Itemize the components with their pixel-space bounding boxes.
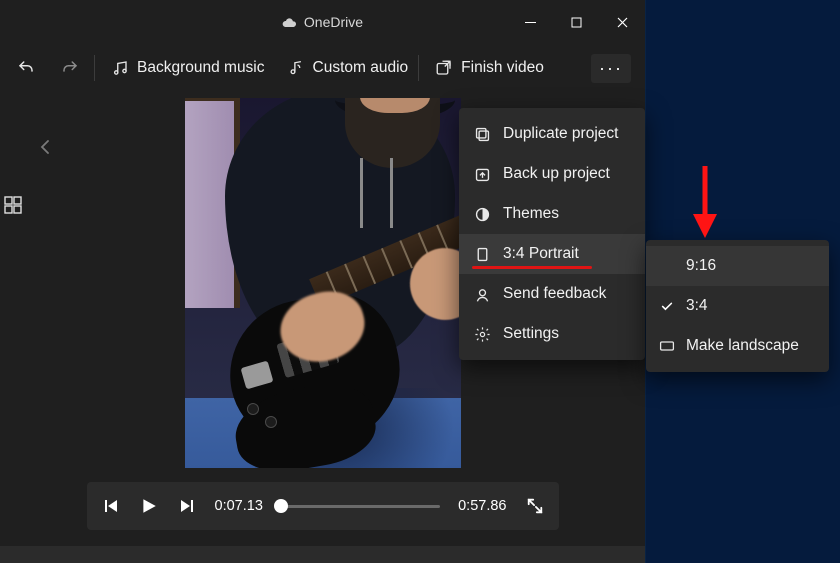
backup-icon — [473, 165, 491, 183]
total-time: 0:57.86 — [458, 498, 506, 514]
duplicate-icon — [473, 125, 491, 143]
minimize-button[interactable] — [507, 4, 553, 40]
aspect-option-label: 9:16 — [686, 257, 716, 275]
annotation-underline — [472, 266, 592, 269]
menu-item-duplicate-project[interactable]: Duplicate project — [459, 114, 645, 154]
onedrive-cloud-icon — [282, 16, 298, 28]
toolbar: Background music Custom audio Finish vid… — [0, 44, 645, 92]
menu-item-settings[interactable]: Settings — [459, 314, 645, 354]
export-icon — [435, 59, 453, 77]
more-options-button[interactable]: ··· — [591, 54, 631, 83]
menu-item-send-feedback[interactable]: Send feedback — [459, 274, 645, 314]
custom-audio-button[interactable]: Custom audio — [287, 59, 409, 77]
fullscreen-button[interactable] — [525, 496, 545, 516]
aspect-option-3-4[interactable]: 3:4 — [646, 286, 829, 326]
finish-video-label: Finish video — [461, 59, 544, 77]
ellipsis-icon: ··· — [599, 58, 623, 78]
previous-frame-button[interactable] — [101, 496, 121, 516]
current-time: 0:07.13 — [215, 498, 263, 514]
aspect-option-9-16[interactable]: 9:16 — [646, 246, 829, 286]
landscape-icon — [658, 339, 676, 353]
app-bottom-strip — [0, 546, 645, 563]
menu-item-label: 3:4 Portrait — [503, 245, 579, 263]
finish-video-button[interactable]: Finish video — [435, 59, 544, 77]
menu-item-label: Duplicate project — [503, 125, 618, 143]
menu-item-back-up-project[interactable]: Back up project — [459, 154, 645, 194]
toolbar-divider — [94, 55, 95, 81]
menu-item-label: Settings — [503, 325, 559, 343]
undo-button[interactable] — [12, 54, 40, 82]
video-preview[interactable] — [185, 98, 461, 468]
background-music-button[interactable]: Background music — [111, 59, 265, 77]
redo-button[interactable] — [56, 54, 84, 82]
aspect-ratio-submenu: 9:16 3:4 Make landscape — [646, 240, 829, 372]
more-options-menu: Duplicate project Back up project Themes… — [459, 108, 645, 360]
themes-icon — [473, 205, 491, 223]
title-bar: OneDrive — [0, 0, 645, 44]
menu-item-label: Themes — [503, 205, 559, 223]
playback-slider[interactable] — [281, 494, 440, 518]
playback-controls: 0:07.13 0:57.86 — [87, 482, 559, 530]
window-title: OneDrive — [304, 14, 363, 30]
aspect-option-label: 3:4 — [686, 297, 708, 315]
menu-item-label: Send feedback — [503, 285, 606, 303]
gear-icon — [473, 325, 491, 343]
menu-item-label: Back up project — [503, 165, 610, 183]
checkmark-icon — [658, 299, 676, 313]
toolbar-divider-2 — [418, 55, 419, 81]
feedback-icon — [473, 285, 491, 303]
next-frame-button[interactable] — [177, 496, 197, 516]
play-button[interactable] — [139, 496, 159, 516]
aspect-option-make-landscape[interactable]: Make landscape — [646, 326, 829, 366]
maximize-button[interactable] — [553, 4, 599, 40]
aspect-ratio-icon — [473, 245, 491, 263]
annotation-arrow — [690, 162, 720, 240]
aspect-option-label: Make landscape — [686, 337, 799, 355]
audio-wave-icon — [287, 59, 305, 77]
close-button[interactable] — [599, 4, 645, 40]
music-icon — [111, 59, 129, 77]
menu-item-themes[interactable]: Themes — [459, 194, 645, 234]
custom-audio-label: Custom audio — [313, 59, 409, 77]
background-music-label: Background music — [137, 59, 265, 77]
